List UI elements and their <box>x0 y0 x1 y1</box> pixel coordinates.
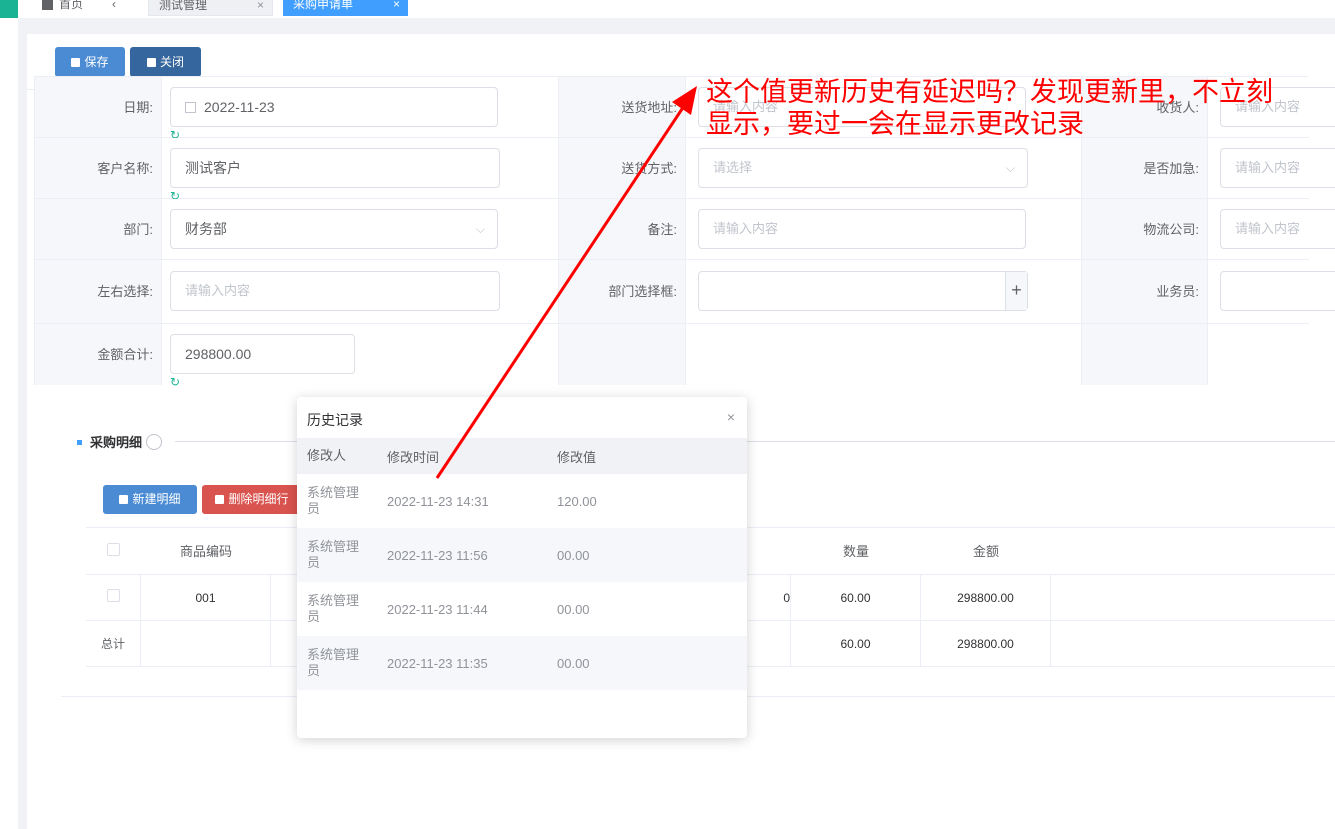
annotation-arrow-head <box>672 86 697 115</box>
annotation-arrow-line <box>435 99 690 479</box>
annotation-arrow <box>435 86 697 479</box>
